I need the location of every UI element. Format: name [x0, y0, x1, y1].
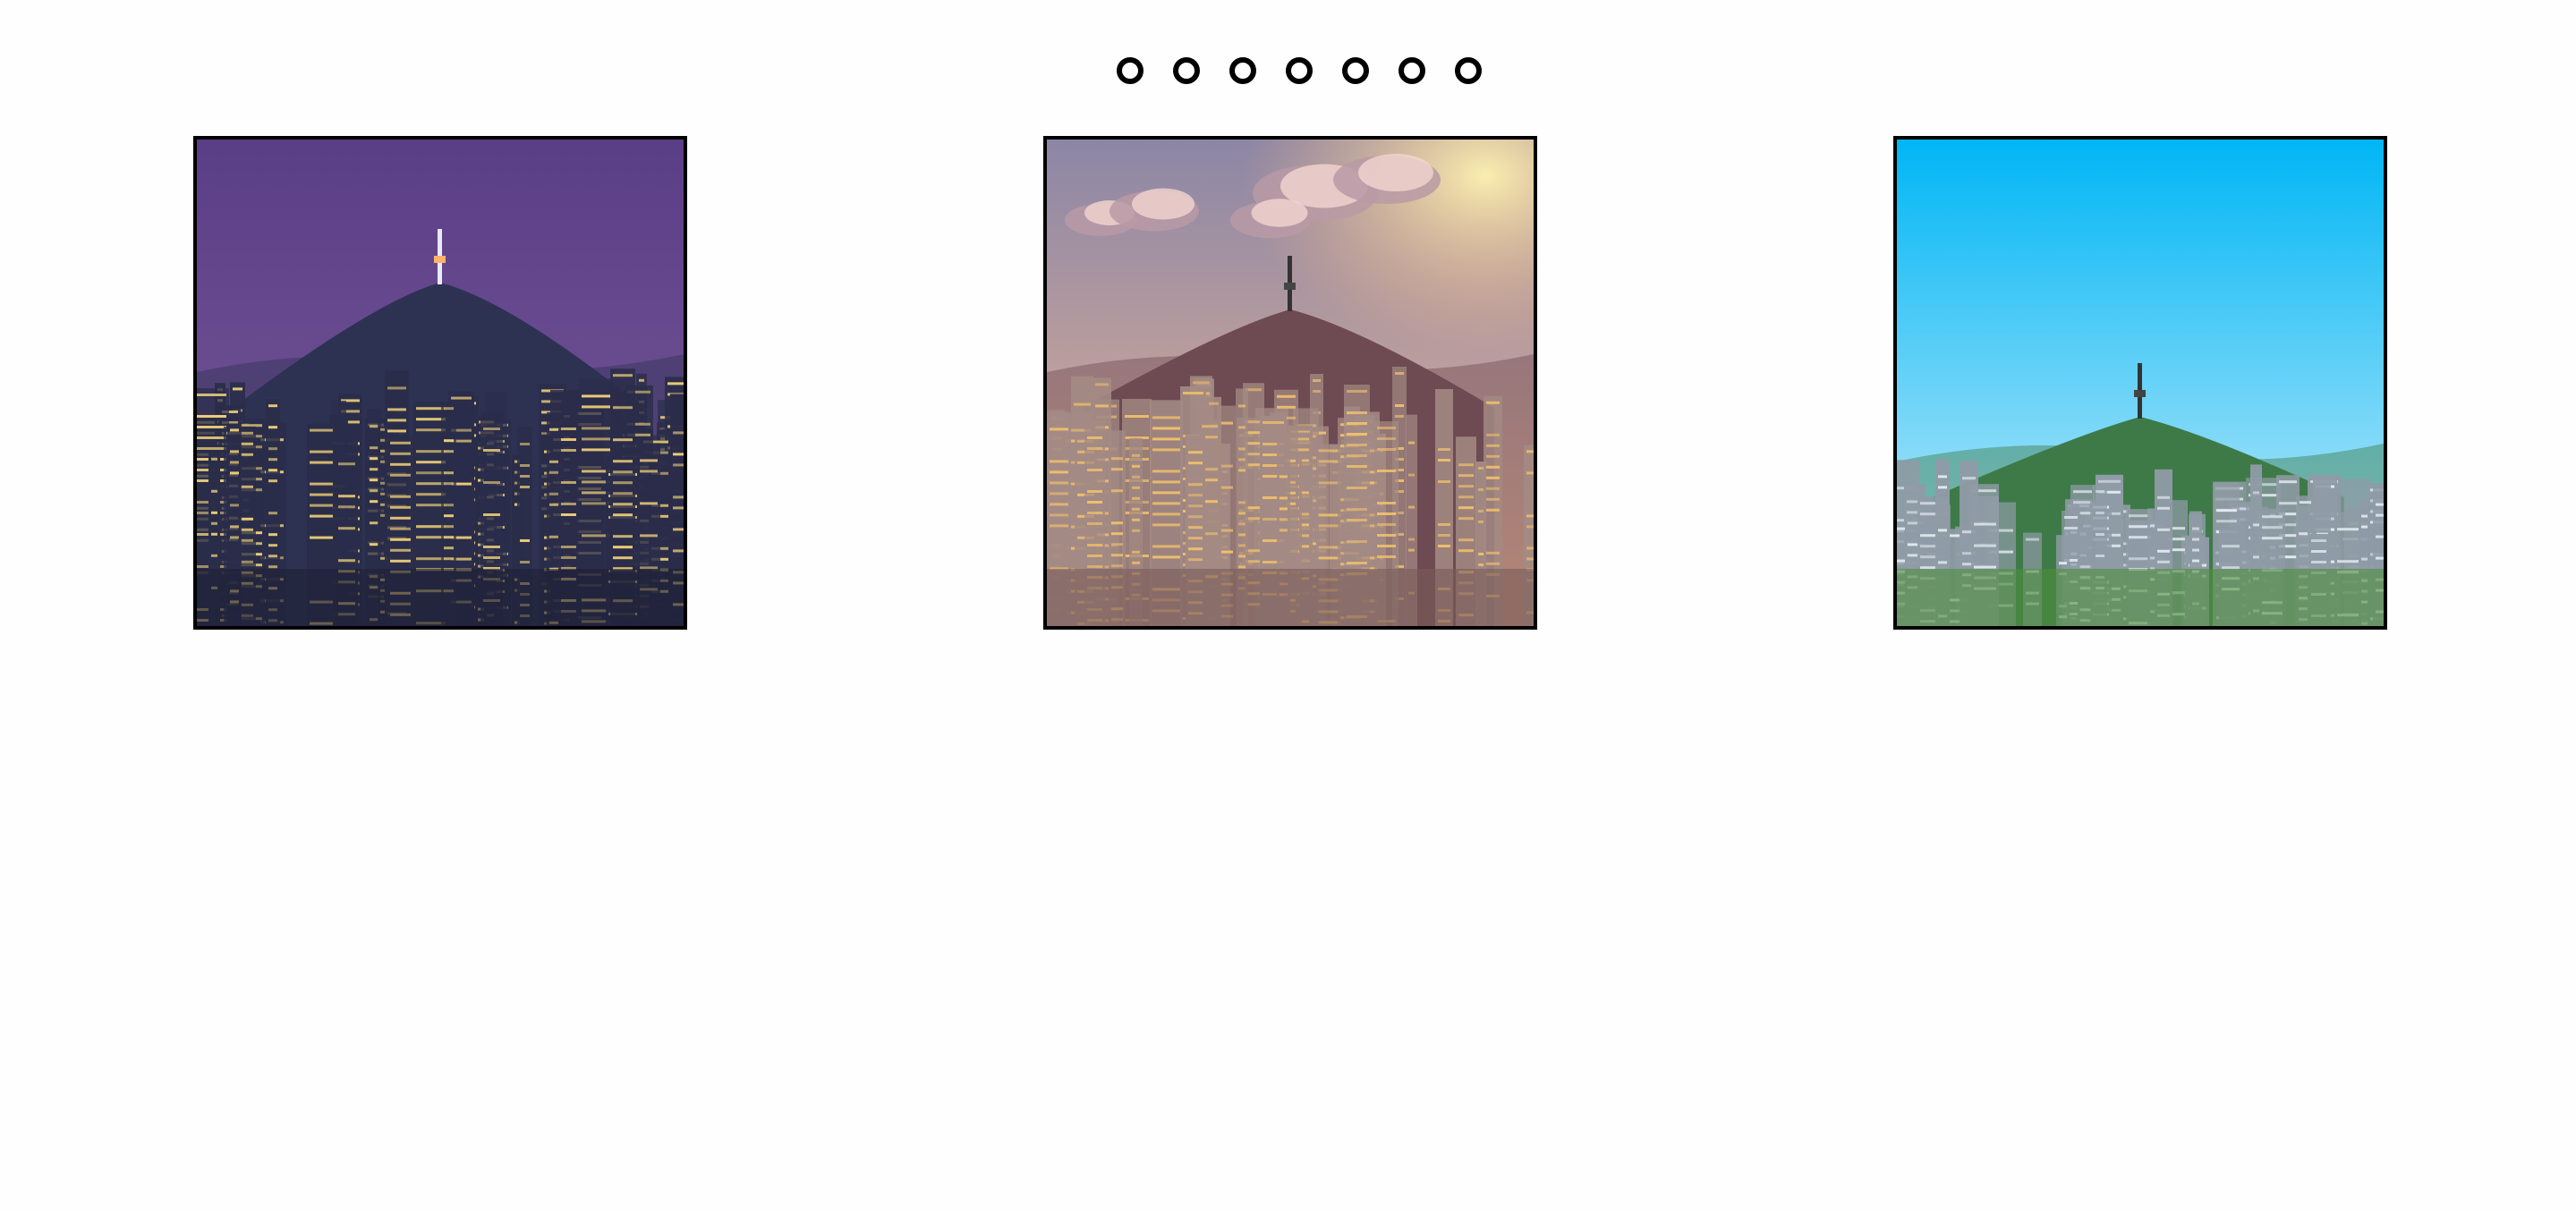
pagination-dot[interactable] [1342, 57, 1369, 84]
pagination-dot[interactable] [1117, 57, 1143, 84]
carousel-slide-night-city[interactable] [193, 136, 687, 630]
daytime-city-skyline-photo [1897, 140, 2384, 626]
night-city-skyline-photo [197, 140, 684, 626]
page [0, 0, 2576, 1211]
carousel-pagination [1117, 57, 1482, 84]
pagination-dot[interactable] [1399, 57, 1425, 84]
pagination-dot[interactable] [1173, 57, 1200, 84]
sunset-city-skyline-photo [1047, 140, 1534, 626]
carousel-slide-daytime-city[interactable] [1893, 136, 2387, 630]
carousel-slide-sunset-city[interactable] [1043, 136, 1537, 630]
pagination-dot[interactable] [1286, 57, 1313, 84]
pagination-dot[interactable] [1455, 57, 1482, 84]
pagination-dot[interactable] [1229, 57, 1256, 84]
